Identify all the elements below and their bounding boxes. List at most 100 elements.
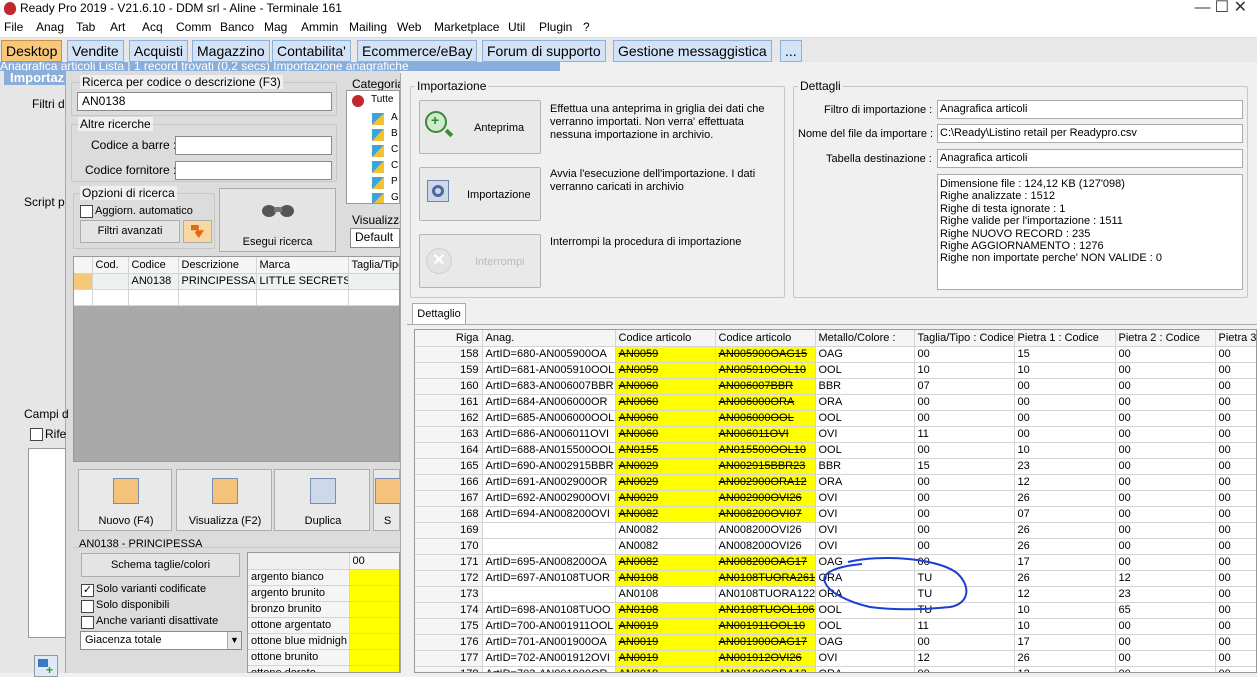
action-new-button[interactable]: Nuovo (F4) (78, 469, 172, 531)
table-row[interactable]: 178ArtID=703-AN001900ORAN0019AN001900ORA… (415, 666, 1256, 672)
variant-option-checkbox[interactable] (81, 616, 94, 629)
results-col-header[interactable]: Cod. (92, 257, 129, 274)
menu-ammin[interactable]: Ammin (301, 20, 338, 34)
table-row[interactable]: 170 AN0082 AN008200OVI26 OVI 00 26 00 00 (415, 538, 1256, 555)
table-row[interactable]: 177 ArtID=702-AN001912OVI AN0019 AN001912OV… (415, 650, 1256, 667)
menu-mag[interactable]: Mag (264, 20, 287, 34)
results-col-header[interactable]: Marca (256, 257, 349, 274)
auto-update-checkbox[interactable] (80, 205, 93, 218)
run-search-button[interactable]: Esegui ricerca (219, 188, 336, 252)
menu-help[interactable]: ? (583, 20, 590, 34)
variant-row[interactable]: bronzo brunito (248, 601, 399, 618)
variant-cell[interactable] (349, 665, 399, 672)
tab-desktop[interactable]: Desktop (1, 40, 63, 62)
table-row[interactable]: 163 ArtID=686-AN006011OVI AN0060 AN006011OV… (415, 426, 1256, 443)
table-row[interactable]: AN0138 PRINCIPESSA LITTLE SECRETS (74, 273, 399, 290)
variant-cell[interactable] (349, 649, 399, 666)
table-row[interactable]: 161 ArtID=684-AN006000OR AN0060 AN006000ORA… (415, 394, 1256, 411)
variant-row[interactable]: ottone brunito (248, 649, 399, 666)
action-view-button[interactable]: Visualizza (F2) (176, 469, 272, 531)
table-row[interactable]: 171 ArtID=695-AN008200OA AN0082 AN008200OAG… (415, 554, 1256, 571)
reference-checkbox[interactable] (30, 428, 43, 441)
variant-cell[interactable] (349, 601, 399, 618)
table-row[interactable]: 159 ArtID=681-AN005910OOL AN0059 AN005910OO… (415, 362, 1256, 379)
results-grid[interactable]: Cod. Codice Descrizione Marca Taglia/Tipo AN… (73, 256, 400, 462)
category-item[interactable]: P (391, 176, 398, 187)
category-item[interactable]: C (391, 160, 398, 171)
variant-row[interactable]: argento brunito (248, 585, 399, 602)
size-color-scheme-button[interactable]: Schema taglie/colori (81, 553, 240, 577)
menu-marketplace[interactable]: Marketplace (434, 20, 499, 34)
table-row[interactable]: 167 ArtID=692-AN002900OVI AN0029 AN002900OV… (415, 490, 1256, 507)
table-row[interactable]: 166 ArtID=691-AN002900OR AN0029 AN002900ORA… (415, 474, 1256, 491)
variant-cell[interactable] (349, 585, 399, 602)
tab-contabilita[interactable]: Contabilita' (272, 40, 351, 62)
menu-acq[interactable]: Acq (142, 20, 163, 34)
chevron-down-icon[interactable]: ▼ (227, 632, 241, 649)
action-save-button[interactable]: S (373, 469, 401, 531)
tab-ecommerceebay[interactable]: Ecommerce/eBay (357, 40, 478, 62)
add-field-button[interactable]: + (34, 655, 58, 677)
barcode-input[interactable] (175, 136, 332, 155)
menu-util[interactable]: Util (508, 20, 525, 34)
import-col-header[interactable]: Codice articolo (615, 330, 716, 347)
import-col-header[interactable]: Taglia/Tipo : Codice (914, 330, 1015, 347)
table-row[interactable]: 176 ArtID=701-AN001900OA AN0019 AN001900OAG… (415, 634, 1256, 651)
tab-vendite[interactable]: Vendite (67, 40, 124, 62)
import-col-header[interactable]: Pietra 1 : Codice (1014, 330, 1116, 347)
import-col-header[interactable]: Anag. (482, 330, 616, 347)
import-col-header[interactable]: Metallo/Colore : (815, 330, 915, 347)
variant-option-checkbox[interactable]: ✓ (81, 584, 94, 597)
variant-cell[interactable] (349, 633, 399, 650)
category-item[interactable]: B (391, 128, 398, 139)
import-col-header[interactable]: Pietra 2 : Codice (1115, 330, 1216, 347)
table-row[interactable]: 168 ArtID=694-AN008200OVI AN0082 AN008200OV… (415, 506, 1256, 523)
tab-magazzino[interactable]: Magazzino (192, 40, 270, 62)
variant-row[interactable]: ottone blue midnigh (248, 633, 399, 650)
results-col-header[interactable]: Codice (128, 257, 179, 274)
category-item[interactable]: G (391, 192, 399, 203)
stock-select[interactable]: Giacenza totale ▼ (80, 631, 242, 650)
category-item[interactable]: C (391, 144, 398, 155)
import-detail-grid[interactable]: Riga Anag. Codice articolo Codice articolo M… (414, 329, 1257, 673)
menu-comm[interactable]: Comm (176, 20, 211, 34)
search-input[interactable]: AN0138 (77, 92, 332, 111)
category-item[interactable]: A (391, 112, 398, 123)
table-row[interactable]: 169 AN0082 AN008200OVI26 OVI 00 26 00 00 (415, 522, 1256, 539)
window-controls[interactable]: — ☐ ✕ (1194, 0, 1247, 16)
table-row[interactable]: 165 ArtID=690-AN002915BBR AN0029 AN002915BB… (415, 458, 1256, 475)
table-row[interactable]: 160 ArtID=683-AN006007BBR AN0060 AN006007BB… (415, 378, 1256, 395)
variant-row[interactable]: ottone argentato (248, 617, 399, 634)
table-row[interactable]: 173 AN0108 AN0108TUORA122 ORA TU 12 23 00 (415, 586, 1256, 603)
view-select[interactable]: Default (350, 228, 400, 248)
menu-art[interactable]: Art (110, 20, 125, 34)
variant-row[interactable]: ottone dorato (248, 665, 399, 672)
variant-cell[interactable] (349, 617, 399, 634)
tab-acquisti[interactable]: Acquisti (129, 40, 189, 62)
results-col-header[interactable]: Descrizione (178, 257, 257, 274)
fields-list[interactable] (28, 448, 66, 638)
tab-detail[interactable]: Dettaglio (412, 303, 466, 325)
tab-more[interactable]: ... (780, 40, 802, 62)
menu-file[interactable]: File (4, 20, 23, 34)
menu-plugin[interactable]: Plugin (539, 20, 572, 34)
table-row[interactable]: 172 ArtID=697-AN0108TUOR AN0108 AN0108TUORA… (415, 570, 1256, 587)
variant-option-checkbox[interactable] (81, 600, 94, 613)
import-col-header[interactable]: Riga (415, 330, 483, 347)
action-duplicate-button[interactable]: Duplica (274, 469, 370, 531)
results-col-header[interactable]: Taglia/Tipo (348, 257, 399, 274)
filter-arrow-button[interactable] (183, 220, 212, 243)
menu-mailing[interactable]: Mailing (349, 20, 387, 34)
import-col-header[interactable]: Codice articolo (715, 330, 816, 347)
import-col-header[interactable]: Pietra 3 (1215, 330, 1256, 347)
variant-row[interactable]: argento bianco (248, 569, 399, 586)
table-row[interactable]: 164 ArtID=688-AN015500OOL AN0155 AN015500OO… (415, 442, 1256, 459)
variant-cell[interactable] (349, 569, 399, 586)
variant-color-grid[interactable]: 00 argento bianco argento brunito bronzo b… (247, 552, 400, 673)
menu-tab[interactable]: Tab (76, 20, 95, 34)
run-import-button[interactable]: Importazione (419, 167, 541, 221)
menu-web[interactable]: Web (397, 20, 421, 34)
advanced-filters-button[interactable]: Filtri avanzati (80, 220, 180, 243)
table-row[interactable]: 174 ArtID=698-AN0108TUOO AN0108 AN0108TUOOL… (415, 602, 1256, 619)
menu-anag[interactable]: Anag (36, 20, 64, 34)
